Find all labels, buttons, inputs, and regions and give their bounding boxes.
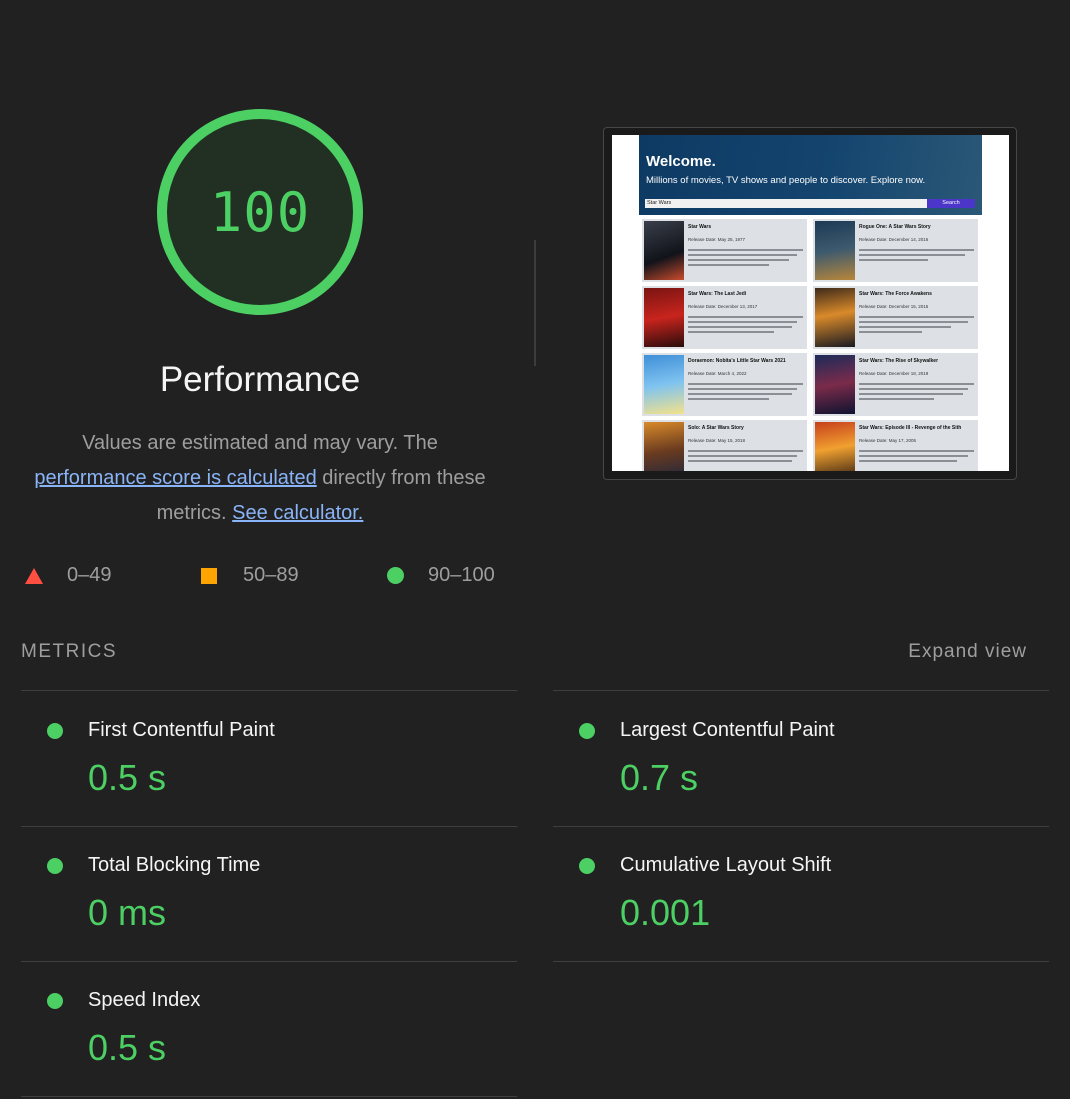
screenshot-search-button: Search: [927, 199, 975, 208]
movie-title: Solo: A Star Wars Story: [688, 425, 744, 431]
movie-overview: [688, 383, 803, 403]
movie-overview: [688, 316, 803, 336]
metric-cumulative-layout-shift: Cumulative Layout Shift 0.001: [553, 826, 1048, 960]
gauge-title: Performance: [159, 360, 361, 399]
score-legend: 0–49 50–89 90–100: [0, 562, 540, 590]
movie-overview: [688, 249, 803, 269]
see-calculator-link[interactable]: See calculator.: [232, 502, 363, 524]
divider: [553, 961, 1049, 962]
pass-circle-icon: [47, 993, 63, 1009]
movie-card: Star Wars: The Last Jedi Release Date: D…: [642, 286, 807, 349]
vertical-divider: [534, 240, 536, 366]
movie-title: Rogue One: A Star Wars Story: [859, 224, 931, 230]
metric-value: 0.5 s: [88, 1027, 167, 1068]
movie-card: Star Wars: The Rise of Skywalker Release…: [813, 353, 978, 416]
movie-poster: [815, 355, 855, 414]
legend-pass-label: 90–100: [428, 564, 495, 586]
pass-circle-icon: [47, 858, 63, 874]
movie-date: Release Date: December 18, 2019: [859, 371, 929, 376]
metric-speed-index: Speed Index 0.5 s: [21, 961, 516, 1095]
movie-overview: [859, 316, 974, 336]
movie-overview: [859, 383, 974, 403]
metrics-heading: METRICS: [21, 641, 117, 662]
movie-card: Star Wars: Episode III - Revenge of the …: [813, 420, 978, 471]
divider: [21, 1096, 517, 1097]
movie-card: Star Wars: The Force Awakens Release Dat…: [813, 286, 978, 349]
movie-overview: [859, 450, 974, 465]
lighthouse-performance-panel: 100 Performance Values are estimated and…: [0, 0, 1070, 1099]
movie-date: Release Date: May 25, 1977: [688, 237, 746, 242]
performance-score: 100: [209, 180, 311, 244]
movie-card: Star Wars Release Date: May 25, 1977: [642, 219, 807, 282]
movie-card: Rogue One: A Star Wars Story Release Dat…: [813, 219, 978, 282]
description-text-1: Values are estimated and may vary. The: [82, 432, 438, 454]
movie-title: Doraemon: Nobita's Little Star Wars 2021: [688, 358, 786, 364]
circle-icon: [387, 567, 404, 584]
metric-label: Speed Index: [88, 989, 201, 1011]
performance-gauge: 100: [155, 107, 365, 317]
movie-date: Release Date: December 14, 2016: [859, 237, 929, 242]
metric-value: 0.001: [620, 892, 711, 933]
movie-title: Star Wars: Episode III - Revenge of the …: [859, 425, 962, 431]
movie-poster: [644, 288, 684, 347]
movie-date: Release Date: May 15, 2018: [688, 438, 746, 443]
movie-card: Solo: A Star Wars Story Release Date: Ma…: [642, 420, 807, 471]
movie-poster: [815, 288, 855, 347]
movie-date: Release Date: May 17, 2005: [859, 438, 917, 443]
movie-title: Star Wars: The Rise of Skywalker: [859, 358, 939, 364]
metric-label: Total Blocking Time: [88, 854, 261, 876]
movie-date: Release Date: March 4, 2022: [688, 371, 747, 376]
legend-fail: 0–49: [25, 564, 112, 587]
legend-fail-label: 0–49: [67, 564, 112, 586]
movie-title: Star Wars: [688, 224, 712, 230]
metric-value: 0.5 s: [88, 757, 167, 798]
screenshot-welcome: Welcome.: [646, 153, 716, 170]
movie-card: Doraemon: Nobita's Little Star Wars 2021…: [642, 353, 807, 416]
movie-title: Star Wars: The Last Jedi: [688, 291, 747, 297]
score-description: Values are estimated and may vary. The p…: [30, 426, 490, 531]
movie-date: Release Date: December 13, 2017: [688, 304, 758, 309]
square-icon: [201, 567, 217, 584]
screenshot-hero: Welcome. Millions of movies, TV shows an…: [639, 135, 982, 215]
metric-label: Cumulative Layout Shift: [620, 854, 832, 876]
metric-label: First Contentful Paint: [88, 719, 275, 741]
movie-poster: [644, 221, 684, 280]
metric-first-contentful-paint: First Contentful Paint 0.5 s: [21, 691, 516, 825]
movie-overview: [688, 450, 803, 465]
metric-value: 0.7 s: [620, 757, 699, 798]
screenshot-search-input: Star Wars: [645, 199, 927, 208]
movie-title: Star Wars: The Force Awakens: [859, 291, 932, 297]
pass-circle-icon: [579, 723, 595, 739]
final-screenshot[interactable]: Welcome. Millions of movies, TV shows an…: [603, 127, 1017, 480]
triangle-icon: [25, 567, 43, 584]
movie-date: Release Date: December 15, 2015: [859, 304, 929, 309]
legend-pass: 90–100: [387, 564, 495, 587]
pass-circle-icon: [47, 723, 63, 739]
score-calculated-link[interactable]: performance score is calculated: [34, 467, 316, 489]
movie-poster: [815, 422, 855, 471]
movie-poster: [644, 355, 684, 414]
expand-view-toggle[interactable]: Expand view: [908, 641, 1027, 663]
movie-poster: [644, 422, 684, 471]
metric-total-blocking-time: Total Blocking Time 0 ms: [21, 826, 516, 960]
metric-value: 0 ms: [88, 892, 167, 933]
metric-largest-contentful-paint: Largest Contentful Paint 0.7 s: [553, 691, 1048, 825]
legend-average: 50–89: [201, 564, 299, 587]
movie-poster: [815, 221, 855, 280]
pass-circle-icon: [579, 858, 595, 874]
screenshot-subtitle: Millions of movies, TV shows and people …: [646, 175, 926, 186]
metric-label: Largest Contentful Paint: [620, 719, 835, 741]
movie-overview: [859, 249, 974, 264]
screenshot-page: Welcome. Millions of movies, TV shows an…: [612, 135, 1009, 471]
legend-average-label: 50–89: [243, 564, 299, 586]
